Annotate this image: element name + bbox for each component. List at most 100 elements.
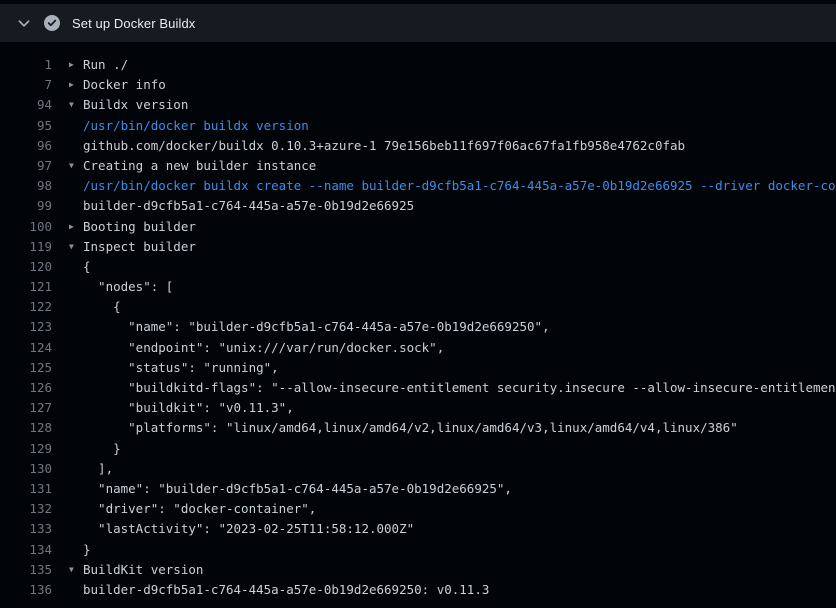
log-output-text: "platforms": "linux/amd64,linux/amd64/v2… — [83, 418, 738, 438]
chevron-down-icon[interactable] — [16, 15, 32, 31]
log-line: 120 { — [0, 257, 836, 277]
chevron-down-icon[interactable]: ▼ — [69, 156, 83, 176]
line-number[interactable]: 1 — [0, 55, 52, 75]
log-output-text: "nodes": [ — [83, 277, 173, 297]
log-group-title[interactable]: Creating a new builder instance — [83, 156, 316, 176]
line-number[interactable]: 133 — [0, 519, 52, 539]
log-output-text: "lastActivity": "2023-02-25T11:58:12.000… — [83, 519, 414, 539]
chevron-down-icon[interactable]: ▼ — [69, 95, 83, 115]
marker-spacer — [69, 459, 83, 479]
log-line: 126 "buildkitd-flags": "--allow-insecure… — [0, 378, 836, 398]
marker-spacer — [69, 317, 83, 337]
log-line: 123 "name": "builder-d9cfb5a1-c764-445a-… — [0, 317, 836, 337]
marker-spacer — [69, 479, 83, 499]
line-number[interactable]: 94 — [0, 95, 52, 115]
marker-spacer — [69, 176, 83, 196]
line-number[interactable]: 131 — [0, 479, 52, 499]
marker-spacer — [69, 378, 83, 398]
log-output-text: } — [83, 439, 121, 459]
line-number[interactable]: 125 — [0, 358, 52, 378]
log-group-title[interactable]: Booting builder — [83, 217, 196, 237]
log-output-text: "endpoint": "unix:///var/run/docker.sock… — [83, 338, 444, 358]
log-output-text: builder-d9cfb5a1-c764-445a-a57e-0b19d2e6… — [83, 196, 414, 216]
line-number[interactable]: 96 — [0, 136, 52, 156]
line-number[interactable]: 132 — [0, 499, 52, 519]
log-line: 119 ▼Inspect builder — [0, 237, 836, 257]
marker-spacer — [69, 277, 83, 297]
log-line: 128 "platforms": "linux/amd64,linux/amd6… — [0, 418, 836, 438]
log-output-text: "driver": "docker-container", — [83, 499, 316, 519]
log-line: 121 "nodes": [ — [0, 277, 836, 297]
check-circle-icon — [44, 15, 60, 31]
chevron-right-icon[interactable]: ▶ — [69, 55, 83, 75]
log-line: 100 ▶Booting builder — [0, 217, 836, 237]
marker-spacer — [69, 136, 83, 156]
log-line: 99 builder-d9cfb5a1-c764-445a-a57e-0b19d2… — [0, 196, 836, 216]
line-number[interactable]: 130 — [0, 459, 52, 479]
log-viewer: 1▶Run ./7▶Docker info94▼Buildx version95… — [0, 42, 836, 600]
log-line: 98/usr/bin/docker buildx create --name b… — [0, 176, 836, 196]
log-group-title[interactable]: Buildx version — [83, 95, 188, 115]
marker-spacer — [69, 499, 83, 519]
log-output-text: "status": "running", — [83, 358, 279, 378]
log-group-title[interactable]: BuildKit version — [83, 560, 203, 580]
log-line: 96github.com/docker/buildx 0.10.3+azure-… — [0, 136, 836, 156]
log-line: 94 ▼Buildx version — [0, 95, 836, 115]
line-number[interactable]: 128 — [0, 418, 52, 438]
chevron-down-icon[interactable]: ▼ — [69, 237, 83, 257]
log-group-title[interactable]: Run ./ — [83, 55, 128, 75]
chevron-right-icon[interactable]: ▶ — [69, 217, 83, 237]
log-line: 122 { — [0, 297, 836, 317]
line-number[interactable]: 98 — [0, 176, 52, 196]
log-line: 1 ▶Run ./ — [0, 55, 836, 75]
log-lines: 1▶Run ./7▶Docker info94▼Buildx version95… — [0, 55, 836, 600]
log-command-text: /usr/bin/docker buildx create --name bui… — [83, 176, 836, 196]
line-number[interactable]: 136 — [0, 580, 52, 600]
line-number[interactable]: 122 — [0, 297, 52, 317]
marker-spacer — [69, 540, 83, 560]
log-command-text: /usr/bin/docker buildx version — [83, 116, 309, 136]
log-output-text: "name": "builder-d9cfb5a1-c764-445a-a57e… — [83, 479, 512, 499]
marker-spacer — [69, 338, 83, 358]
marker-spacer — [69, 196, 83, 216]
log-line: 125 "status": "running", — [0, 358, 836, 378]
line-number[interactable]: 121 — [0, 277, 52, 297]
step-header[interactable]: Set up Docker Buildx — [0, 4, 836, 42]
line-number[interactable]: 100 — [0, 217, 52, 237]
line-number[interactable]: 134 — [0, 540, 52, 560]
log-line: 129 } — [0, 439, 836, 459]
line-number[interactable]: 7 — [0, 75, 52, 95]
line-number[interactable]: 135 — [0, 560, 52, 580]
chevron-down-icon[interactable]: ▼ — [69, 560, 83, 580]
line-number[interactable]: 124 — [0, 338, 52, 358]
log-line: 131 "name": "builder-d9cfb5a1-c764-445a-… — [0, 479, 836, 499]
log-group-title[interactable]: Docker info — [83, 75, 166, 95]
line-number[interactable]: 123 — [0, 317, 52, 337]
log-line: 135 ▼BuildKit version — [0, 560, 836, 580]
log-output-text: "buildkit": "v0.11.3", — [83, 398, 294, 418]
log-line: 124 "endpoint": "unix:///var/run/docker.… — [0, 338, 836, 358]
line-number[interactable]: 126 — [0, 378, 52, 398]
log-output-text: { — [83, 297, 121, 317]
step-title: Set up Docker Buildx — [72, 16, 195, 31]
log-group-title[interactable]: Inspect builder — [83, 237, 196, 257]
line-number[interactable]: 97 — [0, 156, 52, 176]
log-line: 133 "lastActivity": "2023-02-25T11:58:12… — [0, 519, 836, 539]
line-number[interactable]: 119 — [0, 237, 52, 257]
log-output-text: ], — [83, 459, 113, 479]
log-output-text: } — [83, 540, 91, 560]
log-output-text: { — [83, 257, 91, 277]
line-number[interactable]: 129 — [0, 439, 52, 459]
log-line: 136builder-d9cfb5a1-c764-445a-a57e-0b19d… — [0, 580, 836, 600]
marker-spacer — [69, 519, 83, 539]
log-line: 7 ▶Docker info — [0, 75, 836, 95]
line-number[interactable]: 95 — [0, 116, 52, 136]
chevron-right-icon[interactable]: ▶ — [69, 75, 83, 95]
line-number[interactable]: 120 — [0, 257, 52, 277]
line-number[interactable]: 127 — [0, 398, 52, 418]
marker-spacer — [69, 418, 83, 438]
log-line: 132 "driver": "docker-container", — [0, 499, 836, 519]
marker-spacer — [69, 580, 83, 600]
line-number[interactable]: 99 — [0, 196, 52, 216]
log-output-text: "buildkitd-flags": "--allow-insecure-ent… — [83, 378, 836, 398]
